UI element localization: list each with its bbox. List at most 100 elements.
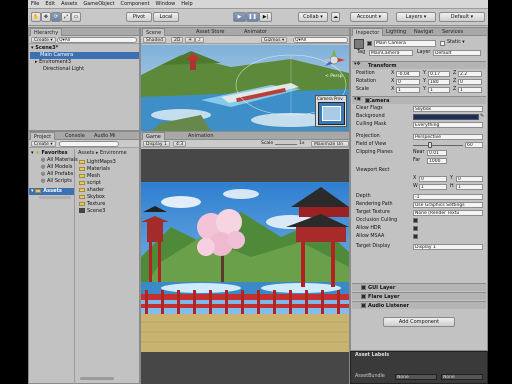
assets-node[interactable]: ▾ Assets xyxy=(29,188,74,195)
tab-asset-store[interactable]: Asset Store xyxy=(193,28,227,36)
position-z-field[interactable]: 2.2 xyxy=(458,71,482,77)
target-texture-field[interactable]: None (Render Textu xyxy=(413,210,483,216)
tab-inspector[interactable]: Inspector xyxy=(352,28,384,36)
menu-help[interactable]: Help xyxy=(178,0,195,9)
target-display-dropdown[interactable]: Display 1 xyxy=(413,244,483,250)
rotation-z-field[interactable]: 0 xyxy=(458,79,482,85)
local-toggle[interactable]: Local xyxy=(153,12,179,22)
scene-gizmos-dropdown[interactable]: Gizmos ▾ xyxy=(261,37,288,43)
tab-hierarchy[interactable]: Hierarchy xyxy=(30,28,63,36)
tab-game[interactable]: Game xyxy=(142,132,165,140)
asset-item[interactable]: Skybox xyxy=(79,194,105,201)
object-active-checkbox[interactable] xyxy=(367,41,372,46)
transform-header[interactable]: Transform xyxy=(352,61,486,69)
flare-layer-header[interactable]: Flare Layer xyxy=(352,292,486,300)
menu-file[interactable]: File xyxy=(28,0,42,9)
audio-listener-checkbox[interactable] xyxy=(361,303,366,308)
fov-slider-track[interactable] xyxy=(413,145,463,146)
project-search-input[interactable] xyxy=(59,141,119,147)
collab-button[interactable]: Collab ▾ xyxy=(298,12,328,22)
vp-y-field[interactable]: 0 xyxy=(456,176,483,182)
scene-viewport[interactable]: < Persp Camera Prev xyxy=(141,45,349,131)
favorite-all-models[interactable]: ◎ All Models xyxy=(41,164,72,171)
vp-h-field[interactable]: 1 xyxy=(456,184,483,190)
hierarchy-item-directional-light[interactable]: Directional Light xyxy=(43,66,84,73)
eyedropper-icon[interactable]: ✎ xyxy=(480,114,484,120)
layer-dropdown[interactable]: Default xyxy=(433,50,481,56)
icon-size-slider[interactable] xyxy=(80,377,114,380)
vp-x-field[interactable]: 0 xyxy=(419,176,447,182)
object-name-field[interactable]: Main Camera xyxy=(374,40,436,47)
menu-window[interactable]: Window xyxy=(153,0,179,9)
asset-item[interactable]: Materials xyxy=(79,166,110,173)
account-dropdown[interactable]: Account ▾ xyxy=(350,12,388,22)
shading-dropdown[interactable]: Shaded xyxy=(143,37,166,43)
scale-z-field[interactable]: 1 xyxy=(458,87,482,93)
persp-label[interactable]: < Persp xyxy=(325,74,343,80)
background-color-swatch[interactable] xyxy=(413,114,479,120)
culling-mask-dropdown[interactable]: Everything xyxy=(413,122,483,128)
scene-root[interactable]: ▾ Scene3* xyxy=(31,45,139,52)
vp-w-field[interactable]: 1 xyxy=(419,184,447,190)
scale-x-field[interactable]: 1 xyxy=(396,87,420,93)
tab-animation[interactable]: Animation xyxy=(185,132,217,140)
allow-msaa-checkbox[interactable] xyxy=(413,234,418,239)
cloud-icon[interactable]: ☁ xyxy=(331,12,340,22)
position-y-field[interactable]: 0.17 xyxy=(428,71,450,77)
camera-header[interactable]: Camera xyxy=(352,96,486,104)
scene-search-input[interactable]: Q▾All xyxy=(293,37,348,43)
gui-layer-header[interactable]: GUI Layer xyxy=(352,283,486,291)
fov-slider-thumb[interactable] xyxy=(428,142,432,148)
favorite-all-scripts[interactable]: ◎ All Scripts xyxy=(41,178,72,185)
layout-dropdown[interactable]: Default ▾ xyxy=(439,12,485,22)
flare-layer-checkbox[interactable] xyxy=(361,294,366,299)
asset-item[interactable]: LightMaps3 xyxy=(79,159,116,166)
game-viewport[interactable] xyxy=(141,182,349,352)
lighting-toggle-icon[interactable]: ☀ xyxy=(185,37,196,43)
rect-tool-button[interactable]: ▭ xyxy=(71,12,81,22)
tab-animator[interactable]: Animator xyxy=(241,28,270,36)
display-dropdown[interactable]: Display 1 xyxy=(143,141,170,147)
rotate-tool-button[interactable]: ⟳ xyxy=(51,12,61,22)
static-dropdown[interactable]: Static ▾ xyxy=(447,40,465,46)
menu-gameobject[interactable]: GameObject xyxy=(80,0,117,9)
scale-y-field[interactable]: 1 xyxy=(428,87,450,93)
far-field[interactable]: 1000 xyxy=(427,158,447,164)
hand-tool-button[interactable]: ✋ xyxy=(31,12,41,22)
hierarchy-item-main-camera[interactable]: Main Camera xyxy=(30,52,139,59)
menu-edit[interactable]: Edit xyxy=(42,0,58,9)
rendering-path-dropdown[interactable]: Use Graphics Settings xyxy=(413,202,483,208)
pause-button[interactable]: ❚❚ xyxy=(246,12,259,22)
assetbundle-dropdown[interactable]: None xyxy=(395,374,437,380)
tag-dropdown[interactable]: MainCamera xyxy=(369,50,413,56)
tab-scene[interactable]: Scene xyxy=(142,28,166,36)
hierarchy-search-input[interactable]: Q▾All xyxy=(57,37,137,43)
add-component-button[interactable]: Add Component xyxy=(383,317,455,327)
menu-assets[interactable]: Assets xyxy=(58,0,80,9)
menu-component[interactable]: Component xyxy=(118,0,153,9)
rotation-y-field[interactable]: 180 xyxy=(428,79,450,85)
projection-dropdown[interactable]: Perspective xyxy=(413,134,483,140)
favorite-all-materials[interactable]: ◎ All Materials xyxy=(41,157,78,164)
allow-hdr-checkbox[interactable] xyxy=(413,226,418,231)
maximize-on-play-toggle[interactable]: Maximize On Play xyxy=(311,141,349,147)
scale-slider[interactable] xyxy=(275,144,297,145)
project-create-button[interactable]: Create ▾ xyxy=(31,141,56,147)
audio-listener-header[interactable]: Audio Listener xyxy=(352,301,486,309)
tab-navigation[interactable]: Navigat xyxy=(411,28,436,36)
layers-dropdown[interactable]: Layers ▾ xyxy=(396,12,436,22)
tab-console[interactable]: Console xyxy=(62,132,88,140)
gui-layer-checkbox[interactable] xyxy=(361,285,366,290)
2d-toggle[interactable]: 2D xyxy=(171,37,184,43)
asset-item[interactable]: Texture xyxy=(79,201,105,208)
step-button[interactable]: ▶| xyxy=(259,12,272,22)
assetbundle-variant-dropdown[interactable]: None xyxy=(441,374,483,380)
camera-enabled-checkbox[interactable] xyxy=(365,98,370,103)
tab-audio-mixer[interactable]: Audio Mi xyxy=(91,132,119,140)
asset-item[interactable]: Mesh xyxy=(79,173,100,180)
tab-project[interactable]: Project xyxy=(30,132,56,140)
favorite-all-prefabs[interactable]: ◎ All Prefabs xyxy=(41,171,73,178)
scale-tool-button[interactable]: ⤢ xyxy=(61,12,71,22)
position-x-field[interactable]: -0.04 xyxy=(396,71,420,77)
tab-lighting[interactable]: Lighting xyxy=(383,28,409,36)
